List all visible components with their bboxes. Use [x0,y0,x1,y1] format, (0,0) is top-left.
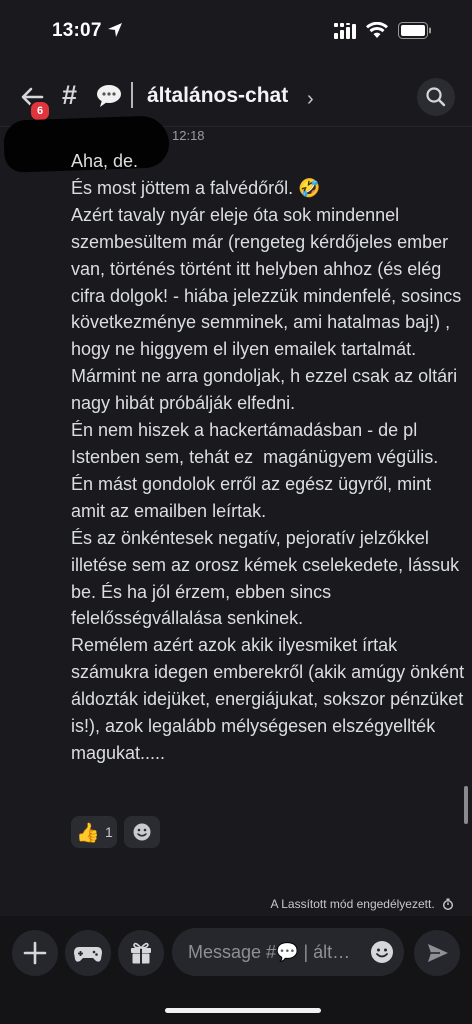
message-body: Aha, de. És most jöttem a falvédőről. 🤣 … [71,151,465,763]
slowmode-text: A Lassított mód engedélyezett. [270,896,435,911]
wifi-icon [366,22,388,38]
slowmode-notice: A Lassított mód engedélyezett. [271,896,454,911]
attach-button[interactable] [12,930,58,976]
activities-button[interactable] [65,930,111,976]
gift-button[interactable] [118,930,164,976]
reaction-thumbs-up[interactable]: 👍 1 [71,816,117,848]
status-time: 13:07 [52,20,102,41]
stopwatch-icon [442,898,454,910]
gamepad-icon [74,947,102,962]
search-icon [426,87,446,107]
channel-hash-icon: # [62,80,78,110]
reaction-count: 1 [105,824,113,840]
emoji-picker-icon[interactable] [370,940,394,964]
add-reaction-button[interactable] [124,816,160,848]
header-separator [131,82,133,108]
cellular-signal-icon [334,23,356,39]
add-reaction-icon [133,823,151,841]
search-button[interactable] [417,78,455,116]
thumbs-up-icon: 👍 [76,823,100,844]
speech-bubble-icon [97,85,121,107]
home-indicator[interactable] [165,1008,321,1013]
send-icon [428,944,448,962]
location-arrow-icon [108,23,122,37]
channel-name[interactable]: általános-chat [147,84,288,108]
battery-icon [398,22,431,39]
plus-icon [23,941,47,965]
scrollbar[interactable] [464,786,468,824]
status-bar: 13:07 [0,0,472,64]
chevron-right-icon[interactable]: › [307,88,314,111]
message-input[interactable]: Message #💬 | ált… [172,928,404,976]
send-button[interactable] [414,930,460,976]
gift-icon [131,942,151,964]
message-input-placeholder: Message #💬 | ált… [188,942,351,962]
message-timestamp: 12:18 [172,128,205,143]
message-composer: Message #💬 | ált… [0,916,472,1024]
